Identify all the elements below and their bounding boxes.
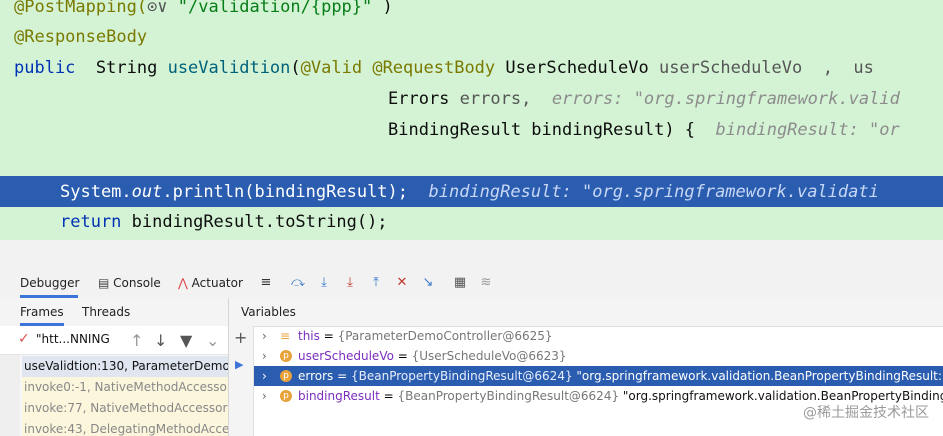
frame-item[interactable]: invoke0:-1, NativeMethodAccessorI	[22, 377, 228, 398]
trace-icon[interactable]: ≋	[478, 275, 494, 291]
watermark: @稀土掘金技术社区	[803, 405, 929, 421]
variables-pane: Variables + ▶ › ≡ this = {ParameterDemoC…	[229, 298, 943, 436]
mapping-gutter-icon: ⊙∨	[147, 0, 168, 17]
code-line-4: Errors errors, errors: "org.springframew…	[388, 89, 900, 109]
step-out-icon[interactable]: ⤒	[368, 275, 384, 291]
code-line-1: @PostMapping(⊙∨ "/validation/{ppp}" )	[0, 0, 393, 17]
frame-item[interactable]: useValidtion:130, ParameterDemoC	[22, 356, 228, 377]
console-icon: ▤	[98, 276, 110, 290]
frames-pane: Frames Threads ✓ "htt...NNING ↑ ↓ ▼ ⌄ us…	[0, 298, 229, 436]
code-line-7: return bindingResult.toString();	[60, 212, 388, 232]
evaluate-expression-icon[interactable]: ▦	[452, 275, 468, 291]
debugger-toolbar: Debugger ▤ Console ⋀ Actuator ≡ ⤼ ⤓ ⤓ ⤒ …	[0, 268, 943, 299]
parameter-icon: p	[280, 390, 292, 402]
frames-subtabs: Frames Threads	[0, 298, 228, 327]
code-line-5: BindingResult bindingResult) { bindingRe…	[388, 120, 900, 140]
tab-console[interactable]: ▤ Console	[98, 268, 161, 298]
tab-threads[interactable]: Threads	[82, 298, 130, 326]
frames-gutter	[0, 355, 20, 436]
check-icon: ✓	[18, 331, 30, 347]
collapse-icon[interactable]: ▶	[235, 358, 243, 371]
variable-row[interactable]: › p userScheduleVo = {UserScheduleVo@662…	[254, 346, 943, 366]
variables-header: Variables	[229, 298, 943, 327]
filter-icon[interactable]: ▼	[180, 331, 192, 350]
actuator-icon: ⋀	[178, 276, 188, 290]
code-line-2: @ResponseBody	[14, 27, 148, 47]
add-watch-icon[interactable]: +	[234, 328, 247, 347]
expand-chevron-icon[interactable]: ›	[262, 366, 272, 386]
editor-bottom-strip	[0, 240, 943, 269]
run-to-cursor-icon[interactable]: ↘	[420, 275, 436, 291]
parameter-icon: p	[280, 350, 292, 362]
show-execution-point-icon[interactable]: ⤼	[290, 275, 306, 291]
parameter-icon: p	[280, 370, 292, 382]
inline-debug-hint: errors: "org.springframework.valid	[551, 89, 900, 109]
inline-debug-hint: bindingResult: "org.springframework.vali…	[428, 182, 879, 202]
code-line-current: System.out.println(bindingResult); bindi…	[60, 182, 879, 202]
variable-row[interactable]: › ≡ this = {ParameterDemoController@6625…	[254, 326, 943, 346]
thread-selector[interactable]: ✓ "htt...NNING ↑ ↓ ▼ ⌄	[0, 326, 228, 355]
code-line-3: public String useValidtion(@Valid @Reque…	[14, 58, 874, 78]
frame-item[interactable]: invoke:77, NativeMethodAccessorIn	[22, 398, 228, 419]
menu-icon[interactable]: ≡	[258, 275, 274, 291]
down-arrow-icon[interactable]: ↓	[154, 331, 167, 350]
chevron-down-icon[interactable]: ⌄	[206, 331, 219, 350]
tab-debugger[interactable]: Debugger	[20, 268, 79, 298]
drop-frame-icon[interactable]: ✕	[394, 275, 410, 291]
step-over-icon[interactable]: ⤓	[316, 275, 332, 291]
inline-debug-hint: bindingResult: "or	[715, 120, 900, 140]
expand-chevron-icon[interactable]: ›	[262, 346, 272, 366]
up-arrow-icon[interactable]: ↑	[130, 331, 143, 350]
tab-frames[interactable]: Frames	[20, 298, 64, 326]
expand-chevron-icon[interactable]: ›	[262, 326, 272, 346]
code-editor[interactable]: @PostMapping(⊙∨ "/validation/{ppp}" ) @R…	[0, 0, 943, 240]
frame-item[interactable]: invoke:43, DelegatingMethodAcces	[22, 419, 228, 436]
variables-gutter: + ▶	[229, 326, 254, 436]
field-icon: ≡	[280, 329, 291, 343]
expand-chevron-icon[interactable]: ›	[262, 386, 272, 406]
variable-row-selected[interactable]: › p errors = {BeanPropertyBindingResult@…	[254, 366, 943, 386]
tab-actuator[interactable]: ⋀ Actuator	[178, 268, 243, 298]
step-into-icon[interactable]: ⤓	[342, 275, 358, 291]
